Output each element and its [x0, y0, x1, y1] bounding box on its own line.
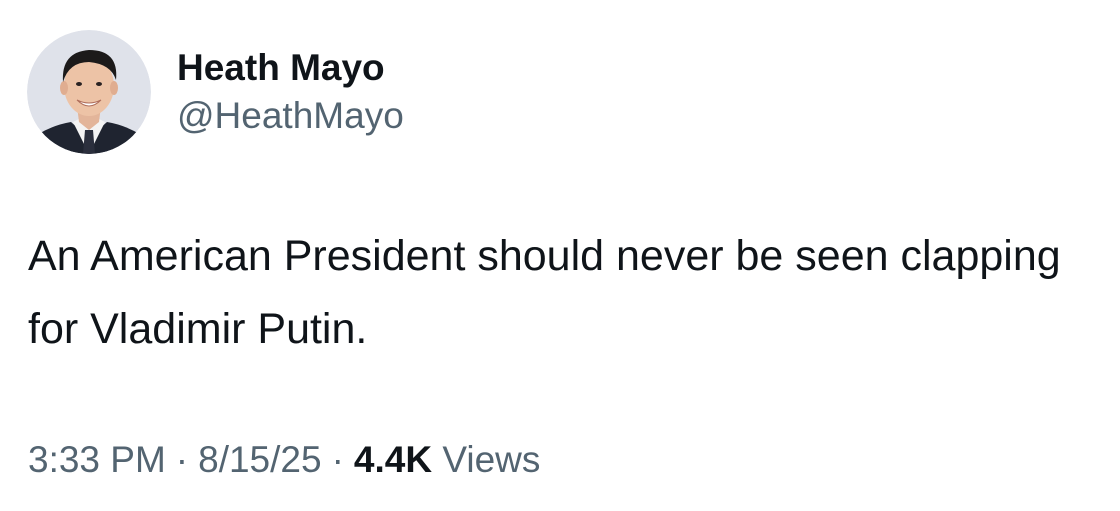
author-handle[interactable]: @HeathMayo [177, 94, 404, 138]
tweet-meta: 3:33 PM · 8/15/25 · 4.4K Views [28, 438, 540, 482]
profile-photo-icon [27, 30, 151, 154]
tweet-card: Heath Mayo @HeathMayo An American Presid… [0, 0, 1120, 511]
views-count: 4.4K [353, 439, 433, 480]
meta-separator: · [175, 439, 189, 480]
avatar[interactable] [27, 30, 151, 154]
tweet-date[interactable]: 8/15/25 [198, 439, 321, 480]
author-names: Heath Mayo @HeathMayo [177, 46, 404, 138]
tweet-time[interactable]: 3:33 PM [28, 439, 166, 480]
tweet-text: An American President should never be se… [28, 232, 1061, 353]
author-display-name[interactable]: Heath Mayo [177, 46, 404, 90]
meta-separator: · [331, 439, 344, 480]
views-label: Views [442, 439, 541, 480]
tweet-header: Heath Mayo @HeathMayo [27, 30, 404, 154]
